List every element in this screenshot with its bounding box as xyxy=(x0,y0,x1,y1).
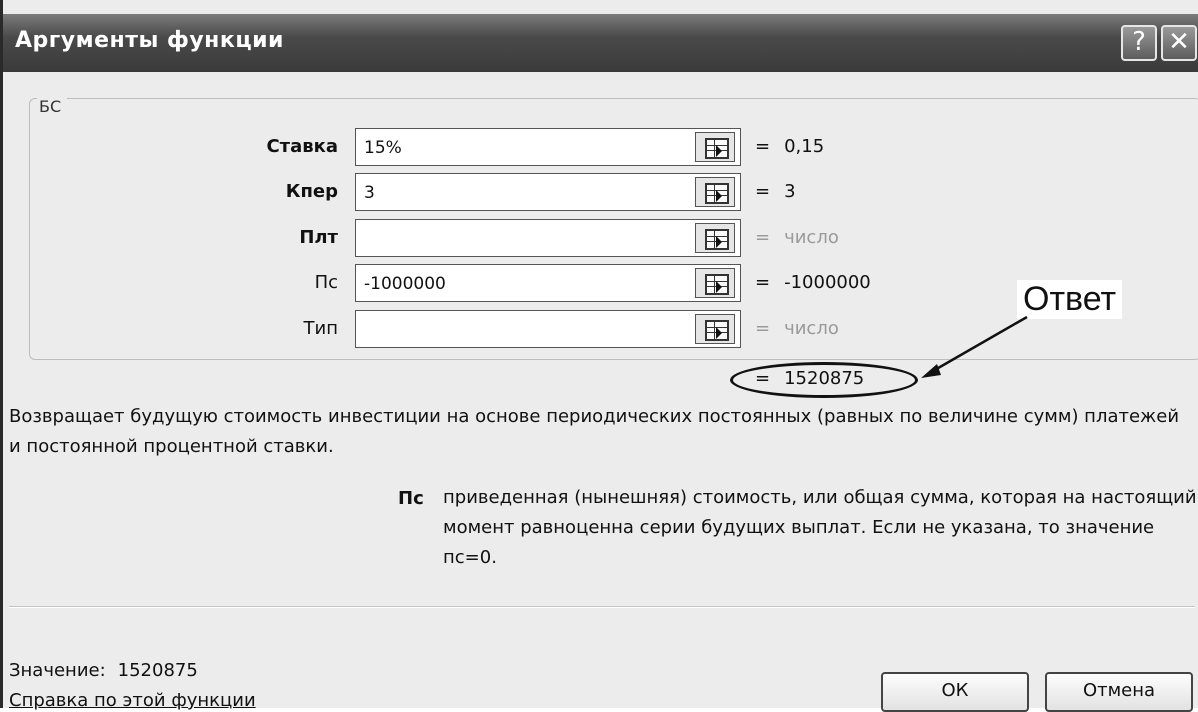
param-description: приведенная (нынешняя) стоимость, или об… xyxy=(443,487,1197,568)
argument-result-equals: = xyxy=(755,136,771,157)
title-bar: Аргументы функции ? ✕ xyxy=(3,14,1198,72)
dialog-title: Аргументы функции xyxy=(15,28,284,53)
range-picker-icon[interactable] xyxy=(695,177,735,207)
function-arguments-dialog: Аргументы функции ? ✕ БС Ставка 15% = 0,15 К… xyxy=(0,0,1198,712)
function-description: Возвращает будущую стоимость инвестиции … xyxy=(9,406,1180,457)
argument-result-value: число xyxy=(784,227,839,248)
argument-result: = число xyxy=(755,227,839,248)
range-picker-icon[interactable] xyxy=(695,223,735,253)
value-line: Значение: 1520875 xyxy=(9,660,198,681)
argument-result: = 3 xyxy=(755,181,796,202)
range-picker-icon[interactable] xyxy=(695,132,735,162)
argument-label: Кпер xyxy=(285,181,338,202)
argument-label: Тип xyxy=(303,318,338,339)
argument-result-value: 0,15 xyxy=(784,136,825,157)
argument-result-equals: = xyxy=(755,227,771,248)
result-equals: = xyxy=(755,368,771,389)
range-picker-icon[interactable] xyxy=(695,314,735,344)
value-label: Значение: xyxy=(9,660,106,681)
argument-input[interactable]: 15% xyxy=(355,128,741,166)
divider xyxy=(9,606,1195,608)
argument-input[interactable]: -1000000 xyxy=(355,264,741,302)
result-value: 1520875 xyxy=(784,368,865,389)
argument-label: Ставка xyxy=(266,136,338,157)
argument-result-value: -1000000 xyxy=(784,272,871,293)
ok-button[interactable]: ОК xyxy=(881,672,1029,712)
answer-annotation-label: Ответ xyxy=(1017,280,1123,319)
argument-result-equals: = xyxy=(755,272,771,293)
cursor-icon xyxy=(716,327,722,339)
argument-input[interactable]: 3 xyxy=(355,173,741,211)
cursor-icon xyxy=(716,236,722,248)
range-picker-icon[interactable] xyxy=(695,268,735,298)
argument-label: Пс xyxy=(314,272,338,293)
help-icon[interactable]: ? xyxy=(1121,25,1157,61)
function-name: БС xyxy=(37,97,68,116)
argument-result-equals: = xyxy=(755,318,771,339)
param-name: Пс xyxy=(398,488,424,509)
argument-result: = -1000000 xyxy=(755,272,871,293)
argument-result-value: число xyxy=(784,318,839,339)
value-number: 1520875 xyxy=(117,660,198,681)
argument-input[interactable] xyxy=(355,219,741,257)
cancel-button[interactable]: Отмена xyxy=(1045,672,1193,712)
argument-input[interactable] xyxy=(355,310,741,348)
cursor-icon xyxy=(716,145,722,157)
formula-result: = 1520875 xyxy=(755,368,864,389)
cursor-icon xyxy=(716,190,722,202)
close-icon[interactable]: ✕ xyxy=(1161,25,1197,61)
arrow-head xyxy=(921,364,941,378)
argument-result: = число xyxy=(755,318,839,339)
argument-label: Плт xyxy=(299,227,338,248)
cursor-icon xyxy=(716,281,722,293)
argument-result: = 0,15 xyxy=(755,136,824,157)
argument-result-value: 3 xyxy=(784,181,796,202)
argument-result-equals: = xyxy=(755,181,771,202)
